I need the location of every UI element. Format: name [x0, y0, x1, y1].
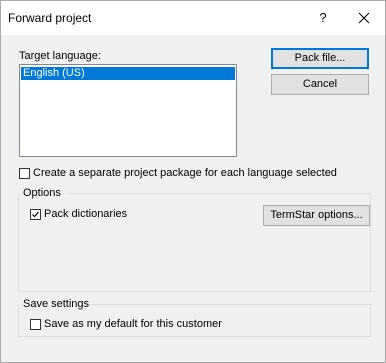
target-language-label: Target language: [19, 50, 101, 62]
save-settings-group-left-border [18, 304, 19, 336]
pack-file-button[interactable]: Pack file... [271, 48, 369, 69]
default-for-customer-label: Save as my default for this customer [44, 318, 222, 330]
close-button[interactable] [352, 7, 376, 29]
checkmark-icon [32, 211, 39, 218]
save-settings-group-top-border [89, 304, 370, 305]
title-bar: Forward project ? [1, 1, 385, 35]
save-settings-group-label: Save settings [23, 298, 90, 310]
list-item-english-us[interactable]: English (US) [21, 67, 235, 80]
options-group-right-border [370, 193, 371, 291]
dialog-title: Forward project [8, 11, 92, 25]
save-settings-group-right-border [370, 304, 371, 336]
target-language-list[interactable]: English (US) [19, 64, 237, 157]
options-group-bottom-border [18, 291, 371, 292]
termstar-options-button[interactable]: TermStar options... [263, 205, 370, 226]
pack-dictionaries-label: Pack dictionaries [44, 208, 128, 220]
options-group-left-border [18, 193, 19, 291]
default-for-customer-checkbox[interactable] [30, 319, 41, 330]
pack-dictionaries-checkbox[interactable] [30, 209, 41, 220]
close-icon [358, 12, 370, 24]
cancel-button[interactable]: Cancel [271, 74, 369, 95]
options-group-label: Options [23, 187, 61, 199]
separate-package-checkbox[interactable] [19, 168, 30, 179]
save-settings-group-bottom-border [18, 336, 371, 337]
separate-package-label: Create a separate project package for ea… [33, 167, 337, 179]
help-button[interactable]: ? [313, 7, 333, 29]
options-group-top-border [68, 193, 370, 194]
forward-project-dialog: Forward project ? Target language: Engli… [0, 0, 386, 363]
